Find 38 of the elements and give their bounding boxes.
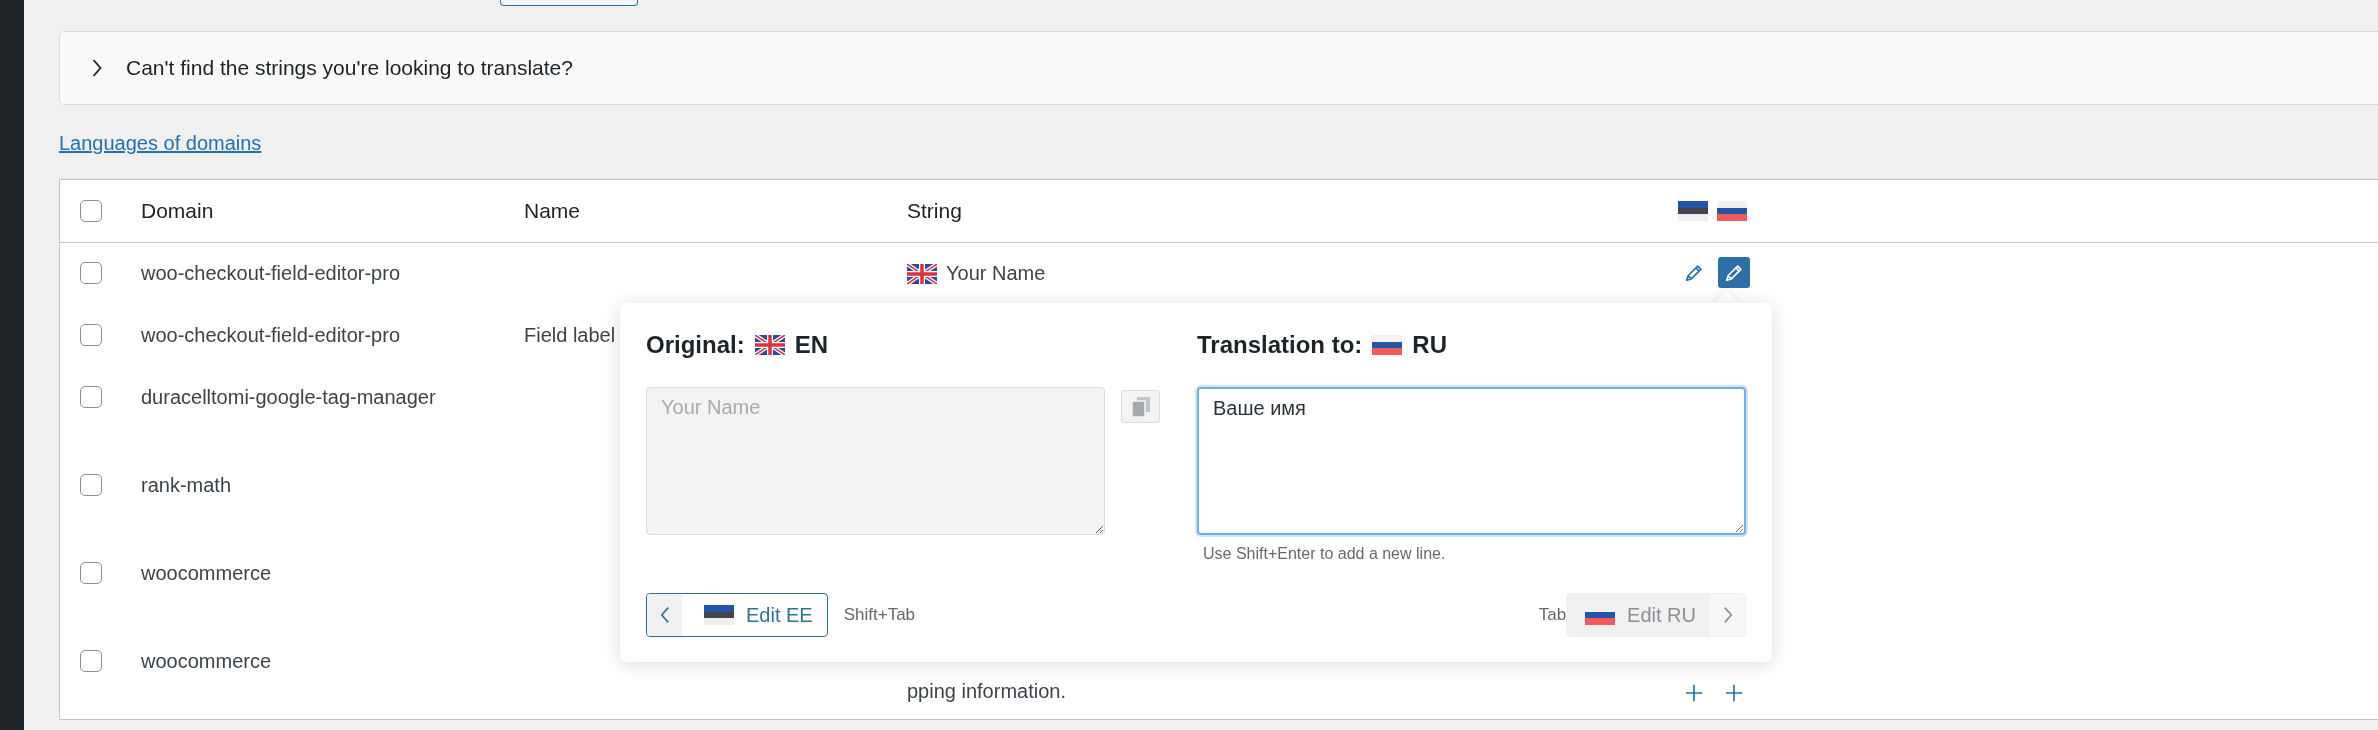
original-heading: Original:	[646, 331, 745, 359]
column-header: Name	[524, 199, 582, 223]
chevron-right-icon	[90, 58, 104, 78]
translation-text-field[interactable]: Ваше имя	[1197, 387, 1746, 535]
hint-text: Use Shift+Enter to add a new line.	[1203, 545, 1447, 563]
column-header: Domain	[141, 199, 215, 223]
column-header: String	[907, 199, 963, 223]
section-title: Can't find the strings you're looking to translate?	[126, 56, 573, 80]
table-cell: Your Name	[946, 262, 1046, 285]
table-cell: Field label	[524, 324, 616, 346]
chevron-right-icon	[1721, 605, 1734, 625]
select-all-checkbox[interactable]	[80, 200, 102, 222]
edit-language-button[interactable]: Edit EE	[646, 593, 828, 637]
copy-button[interactable]	[1121, 390, 1160, 423]
button[interactable]	[500, 0, 638, 6]
language-code: RU	[1412, 331, 1447, 359]
language-code: EN	[794, 331, 828, 359]
table-cell: woocommerce	[141, 562, 272, 584]
translation-heading: Translation to:	[1197, 331, 1363, 359]
collapsible-section[interactable]: Can't find the strings you're looking to translate?	[59, 31, 2378, 105]
row-checkbox[interactable]	[80, 324, 102, 346]
table-cell: pping information.	[907, 680, 1066, 703]
row-checkbox[interactable]	[80, 474, 102, 496]
table-cell: woo-checkout-field-editor-pro	[141, 262, 400, 284]
table-cell: woocommerce	[141, 650, 272, 672]
edit-button[interactable]	[1718, 257, 1750, 288]
table-cell: duracelltomi-google-tag-manager	[141, 386, 436, 408]
row-checkbox[interactable]	[80, 562, 102, 584]
table-cell: rank-math	[141, 474, 232, 496]
shortcut-hint: Tab	[1538, 605, 1567, 625]
shortcut-hint: Shift+Tab	[843, 605, 916, 625]
copy-icon	[1130, 395, 1151, 418]
languages-link[interactable]: Languages of domains	[59, 132, 262, 155]
row-checkbox[interactable]	[80, 262, 102, 284]
row-checkbox[interactable]	[80, 386, 102, 408]
table-cell: woo-checkout-field-editor-pro	[141, 324, 400, 346]
chevron-left-icon	[658, 605, 671, 625]
row-checkbox[interactable]	[80, 650, 102, 672]
